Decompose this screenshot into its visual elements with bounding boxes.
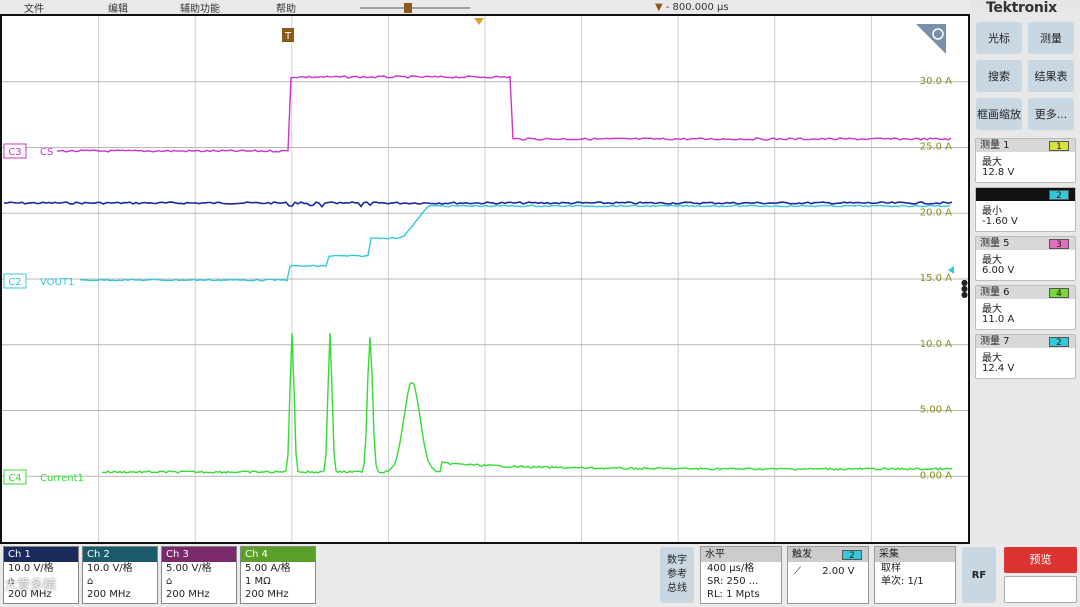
- watermark-logo: 大爱多精: [4, 578, 57, 593]
- menu-edit[interactable]: 编辑: [108, 0, 128, 15]
- sample-rate: SR: 250 ...: [707, 576, 759, 587]
- channel-scale: 5.00 A/格: [245, 563, 291, 574]
- bottom-settings-bar: Ch 1 10.0 V/格 ⌂ 200 MHz Ch 2 10.0 V/格 ⌂ …: [0, 544, 1080, 607]
- acquire-count: 单次: 1/1: [881, 576, 924, 587]
- channel-badge: 4: [1049, 288, 1069, 299]
- math-ref-bus-label: 数字参考总线: [667, 555, 687, 594]
- trigger-source-badge: 2: [842, 550, 862, 561]
- rising-edge-icon: ⟋: [794, 566, 801, 577]
- blank-badge[interactable]: [1004, 576, 1077, 603]
- measurement-value: -1.60 V: [982, 216, 1018, 227]
- measurement-value: 6.00 V: [982, 265, 1015, 276]
- trace-c3: [56, 75, 952, 153]
- measurement-value: 12.4 V: [982, 363, 1015, 374]
- trigger-level: 2.00 V: [822, 566, 855, 577]
- waveform-svg: T 30.0 A 25.0 A 20.0 A 15.0 A 10.0 A 5.00 A 0.0…: [2, 16, 968, 542]
- axis-scale-label: 25.0 A: [920, 142, 952, 153]
- axis-scale-label: 5.00 A: [920, 405, 952, 416]
- trigger-position-marker: [474, 18, 484, 25]
- channel-name: Ch 1: [4, 547, 78, 562]
- channel-coupling: 1 MΩ: [245, 576, 271, 587]
- trigger-badge[interactable]: 触发 2 ⟋ 2.00 V: [787, 546, 869, 604]
- panel-resize-handle[interactable]: ● ● ●: [961, 279, 968, 299]
- preview-button[interactable]: 预览: [1004, 547, 1077, 573]
- measurement-type: 最大: [982, 255, 1002, 266]
- channel-bandwidth: 200 MHz: [87, 589, 131, 600]
- horizontal-scale: 400 µs/格: [707, 563, 755, 574]
- channel-c4-label: Current1: [40, 473, 84, 484]
- measurement-value: 12.8 V: [982, 167, 1015, 178]
- channel-scale: 10.0 V/格: [87, 563, 133, 574]
- channel-bandwidth: 200 MHz: [245, 589, 289, 600]
- menu-help[interactable]: 帮助: [276, 0, 296, 15]
- waveform-display[interactable]: T 30.0 A 25.0 A 20.0 A 15.0 A 10.0 A 5.00 A 0.0…: [0, 14, 970, 544]
- axis-scale-label: 0.00 A: [920, 470, 952, 481]
- axis-scale-label: 10.0 A: [920, 339, 952, 350]
- coupling-icon: ⌂: [87, 576, 94, 587]
- measurement-type: 最小: [982, 206, 1002, 217]
- measurement-type: 最大: [982, 304, 1002, 315]
- channel-badge: 1: [1049, 141, 1069, 152]
- menu-bar: 文件 编辑 辅助功能 帮助 ▼ - 800.000 µs: [0, 0, 970, 15]
- horizontal-badge[interactable]: 水平 400 µs/格 SR: 250 ... RL: 1 Mpts: [700, 546, 782, 604]
- acquire-badge[interactable]: 采集 取样 单次: 1/1: [874, 546, 956, 604]
- channel-3-badge[interactable]: Ch 3 5.00 V/格 ⌂ 200 MHz: [161, 546, 237, 604]
- zoom-corner-icon: [916, 24, 946, 54]
- trace-c4: [101, 333, 953, 474]
- channel-c3-marker-tag: C3: [8, 147, 21, 158]
- measurement-badge-2[interactable]: 2 最小 -1.60 V: [975, 187, 1076, 232]
- measurement-type: 最大: [982, 157, 1002, 168]
- trigger-delay-readout[interactable]: ▼ - 800.000 µs: [655, 2, 729, 13]
- trigger-icon: ▼: [655, 2, 663, 13]
- coupling-icon: ⌂: [166, 576, 173, 587]
- trace-c2: [79, 204, 951, 282]
- channel-c3-label: CS: [40, 147, 53, 158]
- measurement-badge-5[interactable]: 测量 5 3 最大 6.00 V: [975, 236, 1076, 281]
- cursor-button[interactable]: 光标: [976, 22, 1022, 54]
- axis-scale-label: 20.0 A: [920, 207, 952, 218]
- rf-button[interactable]: RF: [962, 547, 996, 603]
- measurement-badge-1[interactable]: 测量 1 1 最大 12.8 V: [975, 138, 1076, 183]
- channel-name: Ch 4: [241, 547, 315, 562]
- acquire-mode: 取样: [881, 563, 901, 574]
- channel-scale: 5.00 V/格: [166, 563, 212, 574]
- channel-c2-label: VOUT1: [40, 277, 74, 288]
- results-table-button[interactable]: 结果表: [1028, 60, 1074, 92]
- record-length: RL: 1 Mpts: [707, 589, 760, 600]
- channel-bandwidth: 200 MHz: [166, 589, 210, 600]
- channel-4-badge[interactable]: Ch 4 5.00 A/格 1 MΩ 200 MHz: [240, 546, 316, 604]
- axis-scale-label: 30.0 A: [920, 76, 952, 87]
- trigger-t-label: T: [284, 31, 292, 42]
- channel-c4-marker-tag: C4: [8, 473, 21, 484]
- measurement-badge-6[interactable]: 测量 6 4 最大 11.0 A: [975, 285, 1076, 330]
- measurement-type: 最大: [982, 353, 1002, 364]
- zoom-box-button[interactable]: 框画缩放: [976, 98, 1022, 130]
- horizontal-title: 水平: [701, 547, 781, 562]
- measurement-badge-7[interactable]: 测量 7 2 最大 12.4 V: [975, 334, 1076, 379]
- record-position-marker: [404, 3, 412, 13]
- menu-file[interactable]: 文件: [24, 0, 44, 15]
- acquire-title: 采集: [875, 547, 955, 562]
- channel-2-badge[interactable]: Ch 2 10.0 V/格 ⌂ 200 MHz: [82, 546, 158, 604]
- channel-badge: 2: [1049, 190, 1069, 201]
- more-button[interactable]: 更多...: [1028, 98, 1074, 130]
- channel-badge: 2: [1049, 337, 1069, 348]
- axis-scale-label: 15.0 A: [920, 273, 952, 284]
- record-overview-bar[interactable]: [360, 2, 470, 14]
- menu-utility[interactable]: 辅助功能: [180, 0, 220, 15]
- measure-button[interactable]: 测量: [1028, 22, 1074, 54]
- channel-c2-marker-tag: C2: [8, 277, 21, 288]
- channel-name: Ch 3: [162, 547, 236, 562]
- right-panel: 光标 测量 搜索 结果表 框画缩放 更多... 测量 1 1 最大 12.8 V…: [970, 14, 1080, 544]
- channel-badge: 3: [1049, 239, 1069, 250]
- search-button[interactable]: 搜索: [976, 60, 1022, 92]
- channel-name: Ch 2: [83, 547, 157, 562]
- math-ref-bus-button[interactable]: 数字参考总线: [660, 547, 694, 603]
- measurement-value: 11.0 A: [982, 314, 1015, 325]
